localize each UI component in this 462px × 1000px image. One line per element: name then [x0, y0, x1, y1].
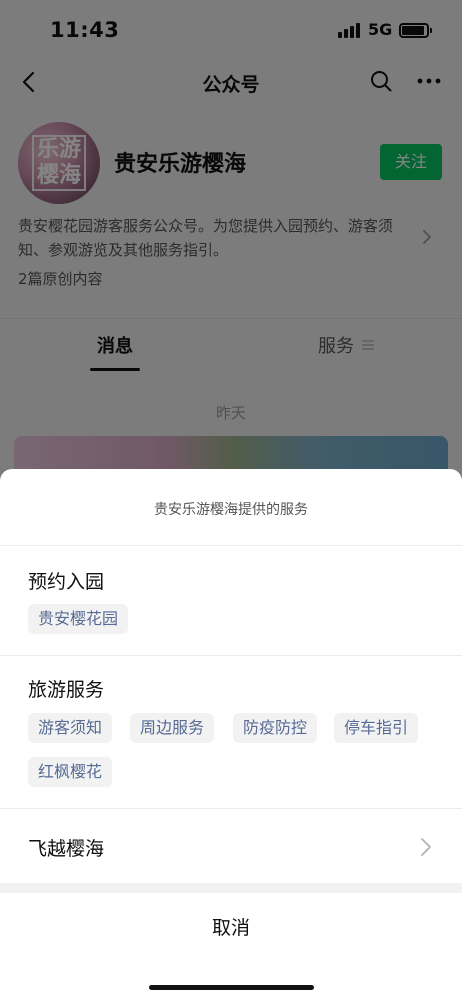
section-title-flyover[interactable]: 飞越樱海	[28, 834, 104, 861]
home-indicator	[149, 985, 314, 990]
section-gap	[0, 883, 462, 893]
section-title-travel: 旅游服务	[28, 679, 105, 701]
sheet-title: 贵安乐游樱海提供的服务	[154, 502, 308, 518]
section-title-reservation: 预约入园	[28, 571, 105, 593]
service-chip[interactable]: 贵安樱花园	[28, 604, 129, 634]
divider	[0, 808, 462, 809]
service-chip[interactable]: 游客须知	[28, 713, 113, 743]
services-sheet: 贵安乐游樱海提供的服务 预约入园 贵安樱花园 旅游服务 游客须知 周边服务 防疫…	[0, 469, 462, 1000]
cancel-button[interactable]: 取消	[0, 913, 462, 940]
service-chip[interactable]: 红枫樱花	[28, 757, 113, 787]
divider	[0, 545, 462, 546]
chevron-right-icon[interactable]	[420, 837, 432, 857]
divider	[0, 655, 462, 656]
service-chip[interactable]: 周边服务	[130, 713, 215, 743]
service-chip[interactable]: 停车指引	[334, 713, 419, 743]
service-chip[interactable]: 防疫防控	[233, 713, 318, 743]
